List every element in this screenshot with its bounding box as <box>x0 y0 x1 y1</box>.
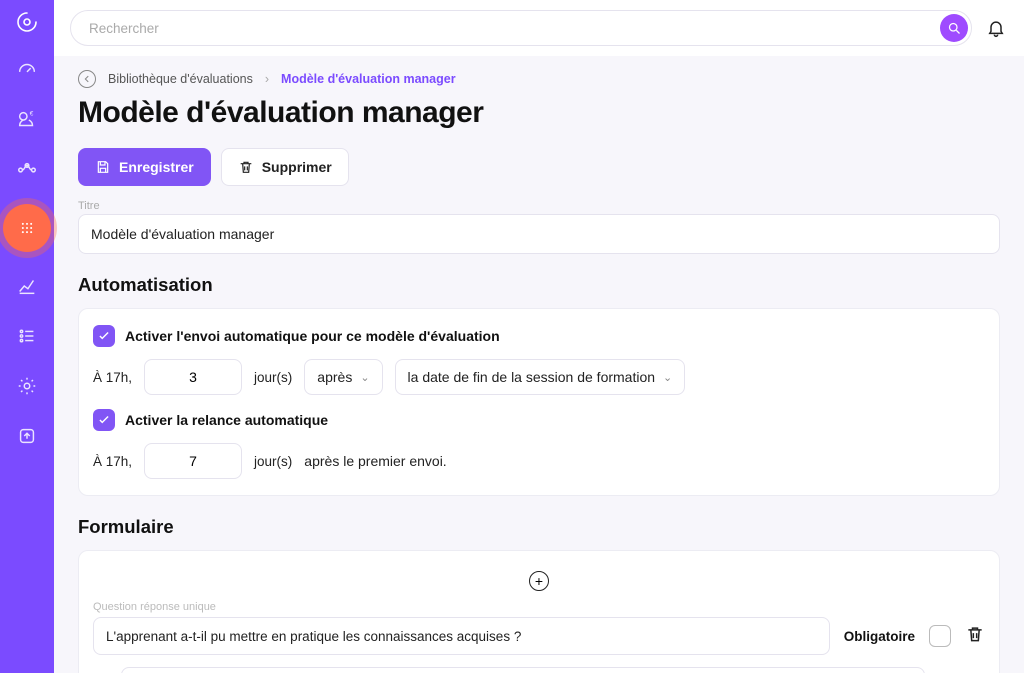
reminder-days-input[interactable] <box>144 443 242 479</box>
content: Bibliothèque d'évaluations › Modèle d'év… <box>54 56 1024 673</box>
add-question-button[interactable]: + <box>529 571 549 591</box>
trash-icon <box>965 624 985 644</box>
title-field-label: Titre <box>78 200 1000 212</box>
send-schedule-row: À 17h, jour(s) après ⌄ la date de fin de… <box>93 359 985 395</box>
chevron-left-icon <box>82 74 92 84</box>
svg-text:€: € <box>30 110 34 117</box>
sidebar-item-list[interactable] <box>11 320 43 352</box>
send-time-prefix: À 17h, <box>93 370 132 385</box>
required-checkbox[interactable] <box>929 625 951 647</box>
breadcrumb-parent[interactable]: Bibliothèque d'évaluations <box>108 72 253 86</box>
delete-button[interactable]: Supprimer <box>221 148 349 186</box>
delete-question-button[interactable] <box>965 624 985 649</box>
search-input[interactable] <box>70 10 972 46</box>
sidebar-item-import[interactable] <box>11 420 43 452</box>
enable-send-row: Activer l'envoi automatique pour ce modè… <box>93 325 985 347</box>
sidebar-item-budget[interactable]: € <box>11 104 43 136</box>
reminder-after-text: après le premier envoi. <box>304 453 446 469</box>
send-reference-select[interactable]: la date de fin de la session de formatio… <box>395 359 686 395</box>
action-bar: Enregistrer Supprimer <box>78 148 1000 186</box>
automation-heading: Automatisation <box>78 274 1000 296</box>
app-logo <box>13 8 41 36</box>
sidebar-item-workflow[interactable] <box>11 154 43 186</box>
sidebar-item-dashboard[interactable] <box>11 54 43 86</box>
chevron-down-icon: ⌄ <box>663 371 672 384</box>
bell-icon <box>986 18 1006 38</box>
trash-icon <box>238 159 254 175</box>
question-text-input[interactable] <box>93 617 830 655</box>
reminder-time-prefix: À 17h, <box>93 454 132 469</box>
send-days-unit: jour(s) <box>254 370 292 385</box>
reminder-days-unit: jour(s) <box>254 454 292 469</box>
sidebar-item-analytics[interactable] <box>11 270 43 302</box>
check-icon <box>97 329 111 343</box>
chevron-right-icon: › <box>265 72 269 86</box>
sidebar-item-settings[interactable] <box>11 370 43 402</box>
enable-reminder-label: Activer la relance automatique <box>125 412 328 428</box>
chevron-down-icon: ⌄ <box>360 371 369 384</box>
send-reference-value: la date de fin de la session de formatio… <box>408 369 656 385</box>
enable-send-checkbox[interactable] <box>93 325 115 347</box>
send-days-input[interactable] <box>144 359 242 395</box>
delete-button-label: Supprimer <box>262 159 332 175</box>
form-section: Formulaire + Question réponse unique Obl… <box>78 516 1000 673</box>
enable-reminder-checkbox[interactable] <box>93 409 115 431</box>
main-area: Bibliothèque d'évaluations › Modèle d'év… <box>54 0 1024 673</box>
search-button[interactable] <box>940 14 968 42</box>
automation-section: Automatisation Activer l'envoi automatiq… <box>78 274 1000 496</box>
save-button-label: Enregistrer <box>119 159 194 175</box>
sidebar-item-active[interactable] <box>3 204 51 252</box>
plus-icon: + <box>535 574 543 588</box>
save-button[interactable]: Enregistrer <box>78 148 211 186</box>
check-icon <box>97 413 111 427</box>
topbar <box>54 0 1024 56</box>
breadcrumb-current: Modèle d'évaluation manager <box>281 72 456 86</box>
add-question-row: + <box>93 571 985 591</box>
answer-input[interactable] <box>121 667 925 673</box>
sidebar: € <box>0 0 54 673</box>
search-icon <box>947 21 962 36</box>
breadcrumb-back-button[interactable] <box>78 70 96 88</box>
answer-row <box>93 667 985 673</box>
page-title: Modèle d'évaluation manager <box>78 96 1000 130</box>
required-label: Obligatoire <box>844 629 915 644</box>
search-wrap <box>70 10 972 46</box>
title-field: Titre <box>78 200 1000 254</box>
send-relative-value: après <box>317 369 352 385</box>
question-type-label: Question réponse unique <box>93 601 985 613</box>
form-card: + Question réponse unique Obligatoire <box>78 550 1000 673</box>
send-relative-select[interactable]: après ⌄ <box>304 359 382 395</box>
automation-card: Activer l'envoi automatique pour ce modè… <box>78 308 1000 496</box>
enable-send-label: Activer l'envoi automatique pour ce modè… <box>125 328 500 344</box>
notifications-button[interactable] <box>984 16 1008 40</box>
breadcrumb: Bibliothèque d'évaluations › Modèle d'év… <box>78 70 1000 88</box>
question-row: Obligatoire <box>93 617 985 655</box>
enable-reminder-row: Activer la relance automatique <box>93 409 985 431</box>
title-input[interactable] <box>78 214 1000 254</box>
save-icon <box>95 159 111 175</box>
reminder-schedule-row: À 17h, jour(s) après le premier envoi. <box>93 443 985 479</box>
form-heading: Formulaire <box>78 516 1000 538</box>
